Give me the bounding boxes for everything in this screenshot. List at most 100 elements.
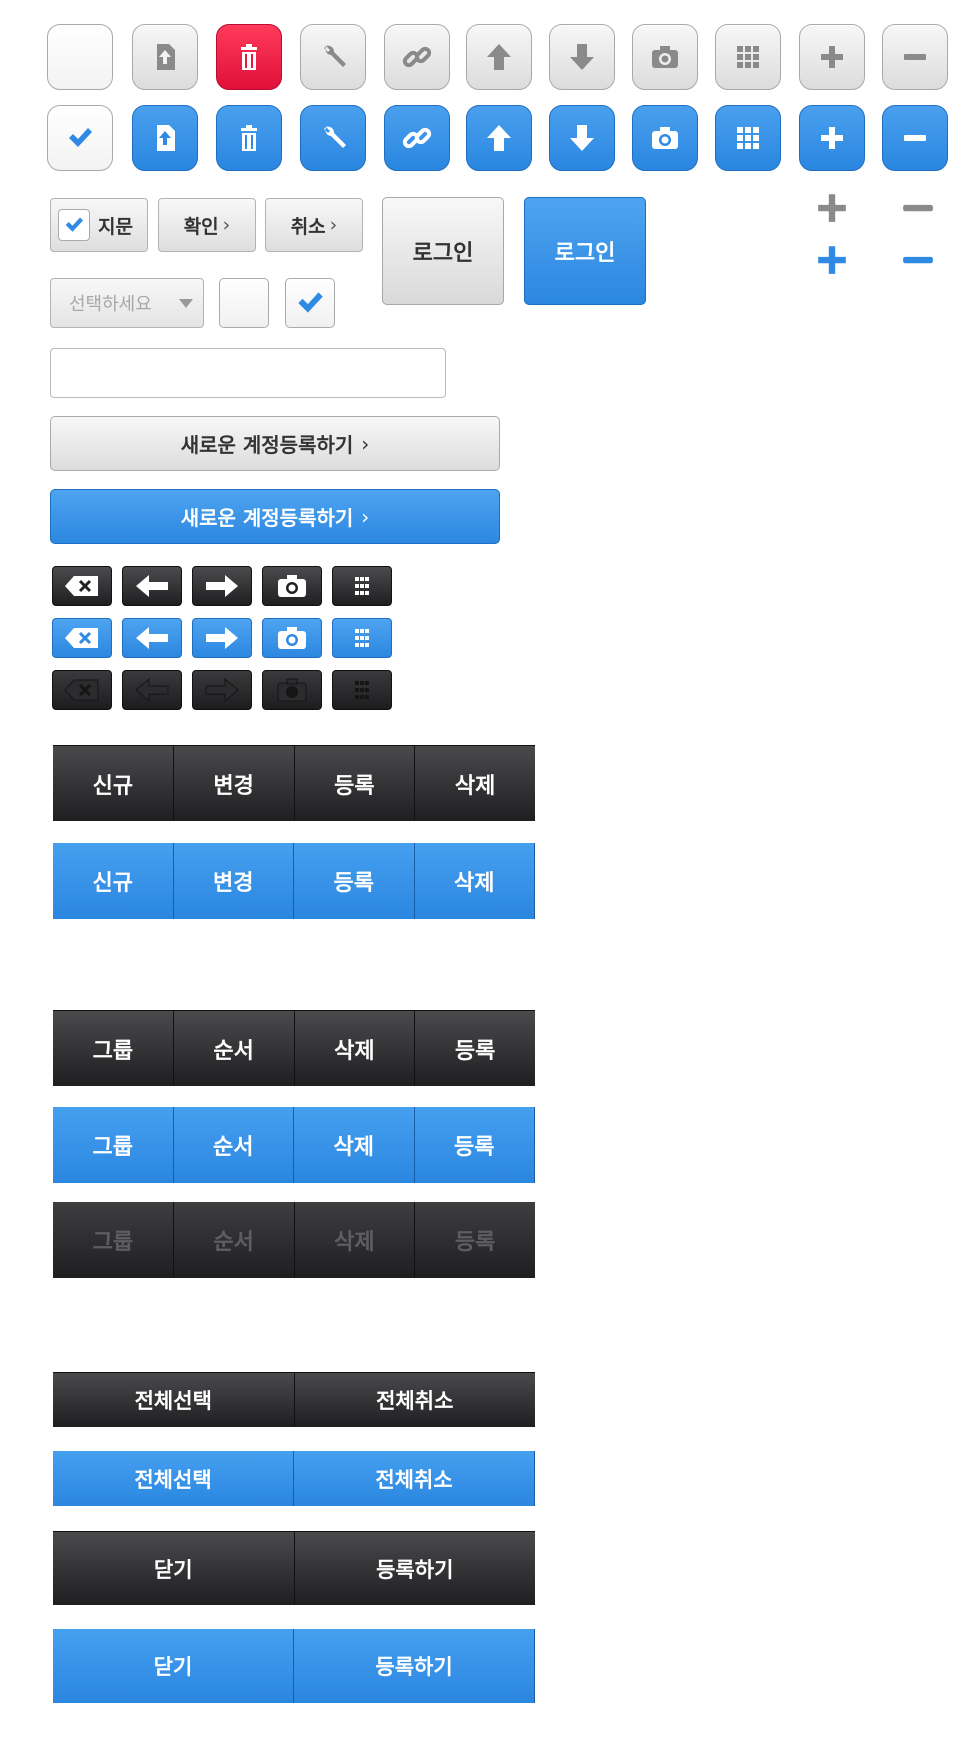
text-input[interactable] <box>50 348 446 398</box>
link-icon <box>402 46 432 68</box>
register-button-blue[interactable]: 새로운 계정등록하기 › <box>50 489 500 544</box>
register-label: 새로운 계정등록하기 <box>180 506 354 530</box>
register-submit-button[interactable]: 등록하기 <box>294 1629 535 1703</box>
down-button-gray[interactable] <box>549 24 615 90</box>
camera-button-blue[interactable] <box>632 105 698 171</box>
left-arrow-button-dark[interactable] <box>122 566 182 606</box>
tab-group[interactable]: 그룹 <box>53 1011 174 1086</box>
select-all-button[interactable]: 전체선택 <box>53 1451 294 1506</box>
tab-change[interactable]: 변경 <box>174 746 295 821</box>
arrow-right-icon <box>206 575 238 597</box>
checkbox-unchecked[interactable] <box>219 278 269 328</box>
login-label: 로그인 <box>554 241 616 266</box>
upload-button-gray[interactable] <box>132 24 198 90</box>
checkbox-checked[interactable] <box>285 278 335 328</box>
deselect-all-button[interactable]: 전체취소 <box>295 1373 536 1427</box>
camera-icon <box>652 127 678 149</box>
delete-button-blue[interactable] <box>216 105 282 171</box>
check-icon <box>69 128 92 147</box>
register-label: 새로운 계정등록하기 <box>180 433 354 457</box>
delete-button-red[interactable] <box>216 24 282 90</box>
grid-icon <box>737 46 759 68</box>
trash-icon <box>241 125 257 151</box>
backspace-icon <box>65 576 98 596</box>
confirm-label: 확인 <box>183 215 219 238</box>
cancel-label: 취소 <box>290 215 326 238</box>
register-submit-button[interactable]: 등록하기 <box>295 1532 536 1605</box>
check-button[interactable] <box>47 105 113 171</box>
select-dropdown[interactable]: 선택하세요 <box>50 278 204 328</box>
link-icon <box>402 127 432 149</box>
tab-bar-blue-2: 그룹 순서 삭제 등록 <box>53 1107 535 1183</box>
tab-order[interactable]: 순서 <box>174 1011 295 1086</box>
chevron-down-icon <box>179 299 193 308</box>
grid-button-dark[interactable] <box>332 566 392 606</box>
up-button-gray[interactable] <box>466 24 532 90</box>
chevron-right-icon: › <box>329 214 338 236</box>
backspace-button-disabled <box>52 670 112 710</box>
settings-button-blue[interactable] <box>300 105 366 171</box>
cancel-button[interactable]: 취소 › <box>265 198 363 252</box>
select-all-button[interactable]: 전체선택 <box>53 1373 295 1427</box>
tab-register[interactable]: 등록 <box>294 843 415 919</box>
tab-order[interactable]: 순서 <box>174 1107 294 1183</box>
down-button-blue[interactable] <box>549 105 615 171</box>
fingerprint-button[interactable]: 지문 <box>50 198 148 252</box>
minus-icon-blue[interactable] <box>898 242 938 278</box>
right-arrow-button-dark[interactable] <box>192 566 252 606</box>
camera-button-dark[interactable] <box>262 566 322 606</box>
fingerprint-label: 지문 <box>98 215 133 238</box>
tab-delete[interactable]: 삭제 <box>295 1011 416 1086</box>
backspace-button-dark[interactable] <box>52 566 112 606</box>
deselect-all-button[interactable]: 전체취소 <box>294 1451 535 1506</box>
close-button[interactable]: 닫기 <box>53 1532 295 1605</box>
confirm-button[interactable]: 확인 › <box>158 198 256 252</box>
minus-button-gray[interactable] <box>882 24 948 90</box>
backspace-icon <box>64 679 99 701</box>
right-arrow-button-blue[interactable] <box>192 618 252 658</box>
minus-icon <box>904 54 926 60</box>
minus-icon <box>904 135 926 141</box>
tab-delete[interactable]: 삭제 <box>415 843 535 919</box>
tab-delete[interactable]: 삭제 <box>415 746 535 821</box>
plus-icon-gray[interactable] <box>812 190 852 226</box>
minus-icon-gray[interactable] <box>898 190 938 226</box>
plus-button-gray[interactable] <box>799 24 865 90</box>
settings-button-gray[interactable] <box>300 24 366 90</box>
tab-register[interactable]: 등록 <box>415 1011 535 1086</box>
check-icon <box>298 292 323 313</box>
camera-button-blue-small[interactable] <box>262 618 322 658</box>
arrow-down-icon <box>570 125 594 151</box>
register-button-gray[interactable]: 새로운 계정등록하기 › <box>50 416 500 471</box>
login-button-gray[interactable]: 로그인 <box>382 197 504 305</box>
tab-group[interactable]: 그룹 <box>53 1107 174 1183</box>
grid-button-blue[interactable] <box>715 105 781 171</box>
upload-button-blue[interactable] <box>132 105 198 171</box>
tab-new[interactable]: 신규 <box>53 843 174 919</box>
plus-icon-blue[interactable] <box>812 242 852 278</box>
grid-button-blue-small[interactable] <box>332 618 392 658</box>
blank-button[interactable] <box>47 24 113 90</box>
grid-button-gray[interactable] <box>715 24 781 90</box>
left-arrow-button-blue[interactable] <box>122 618 182 658</box>
tab-bar-dark-1: 신규 변경 등록 삭제 <box>53 745 535 821</box>
select-all-bar-blue: 전체선택 전체취소 <box>53 1451 535 1506</box>
tab-change[interactable]: 변경 <box>174 843 294 919</box>
minus-button-blue[interactable] <box>882 105 948 171</box>
camera-button-gray[interactable] <box>632 24 698 90</box>
tab-register[interactable]: 등록 <box>415 1107 535 1183</box>
link-button-blue[interactable] <box>384 105 450 171</box>
tab-register[interactable]: 등록 <box>295 746 416 821</box>
backspace-button-blue[interactable] <box>52 618 112 658</box>
plus-button-blue[interactable] <box>799 105 865 171</box>
close-button[interactable]: 닫기 <box>53 1629 294 1703</box>
link-button-gray[interactable] <box>384 24 450 90</box>
arrow-left-icon <box>135 677 169 703</box>
tab-new[interactable]: 신규 <box>53 746 174 821</box>
wrench-icon <box>324 126 346 148</box>
tab-delete[interactable]: 삭제 <box>294 1107 415 1183</box>
grid-button-disabled <box>332 670 392 710</box>
backspace-icon <box>65 628 98 648</box>
login-button-blue[interactable]: 로그인 <box>524 197 646 305</box>
up-button-blue[interactable] <box>466 105 532 171</box>
